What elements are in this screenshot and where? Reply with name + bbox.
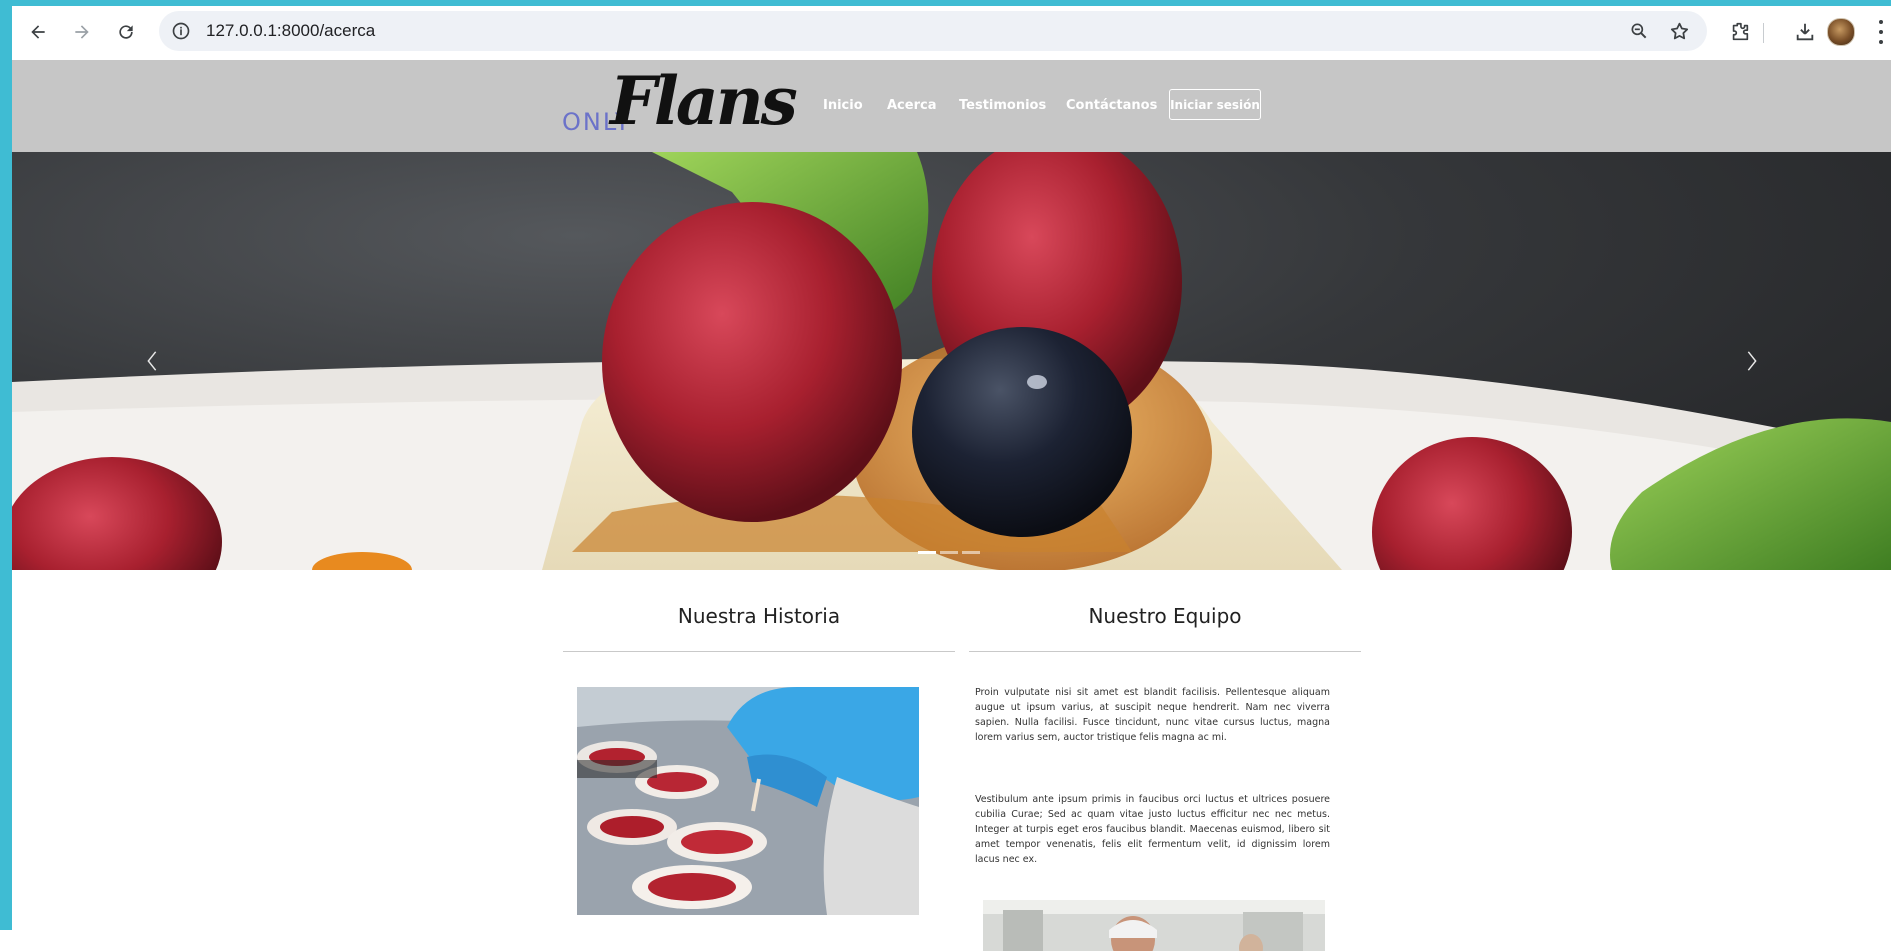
carousel-indicator-1[interactable]: [918, 551, 936, 554]
history-divider: [563, 651, 955, 652]
toolbar-separator: [1763, 23, 1764, 43]
hero-carousel: [12, 152, 1891, 570]
nav-link-testimonios[interactable]: Testimonios: [959, 98, 1046, 113]
carousel-indicator-3[interactable]: [962, 551, 980, 554]
site-info-icon[interactable]: [169, 19, 193, 43]
carousel-indicator-2[interactable]: [940, 551, 958, 554]
about-content: Nuestra Historia Nuestro Equipo Proin vu…: [12, 570, 1891, 951]
team-paragraph-2: Vestibulum ante ipsum primis in faucibus…: [975, 794, 1330, 865]
browser-toolbar: 127.0.0.1:8000/acerca: [12, 6, 1891, 60]
puzzle-icon[interactable]: [1727, 19, 1753, 45]
zoom-icon[interactable]: [1627, 19, 1651, 43]
history-photo: [577, 687, 919, 915]
team-divider: [969, 651, 1361, 652]
nav-link-acerca[interactable]: Acerca: [887, 98, 936, 113]
carousel-slide-image: [12, 152, 1891, 570]
carousel-prev-icon[interactable]: [142, 347, 162, 375]
reload-icon[interactable]: [108, 14, 144, 50]
login-button[interactable]: Iniciar sesión: [1169, 89, 1261, 120]
profile-avatar[interactable]: [1827, 18, 1855, 46]
carousel-next-icon[interactable]: [1742, 347, 1762, 375]
address-bar[interactable]: 127.0.0.1:8000/acerca: [159, 11, 1707, 51]
team-paragraph-1: Proin vulputate nisi sit amet est blandi…: [975, 687, 1330, 743]
download-icon[interactable]: [1792, 19, 1818, 45]
forward-arrow-icon[interactable]: [64, 14, 100, 50]
nav-link-inicio[interactable]: Inicio: [823, 98, 863, 113]
star-icon[interactable]: [1667, 19, 1691, 43]
team-title: Nuestro Equipo: [1088, 604, 1242, 628]
carousel-indicators: [918, 551, 984, 555]
browser-window: 127.0.0.1:8000/acerca ONLY Flans Inicio …: [12, 6, 1891, 951]
site-header: ONLY Flans Inicio Acerca Testimonios Con…: [12, 60, 1891, 152]
site-logo[interactable]: ONLY Flans: [560, 62, 800, 144]
nav-link-contactanos[interactable]: Contáctanos: [1066, 98, 1157, 113]
kebab-menu-icon[interactable]: [1876, 20, 1886, 44]
history-title: Nuestra Historia: [677, 604, 841, 628]
team-photo: [983, 900, 1325, 951]
desktop-background: [0, 930, 12, 951]
back-arrow-icon[interactable]: [20, 14, 56, 50]
logo-brand-text: Flans: [610, 62, 798, 140]
url-text[interactable]: 127.0.0.1:8000/acerca: [206, 21, 375, 41]
